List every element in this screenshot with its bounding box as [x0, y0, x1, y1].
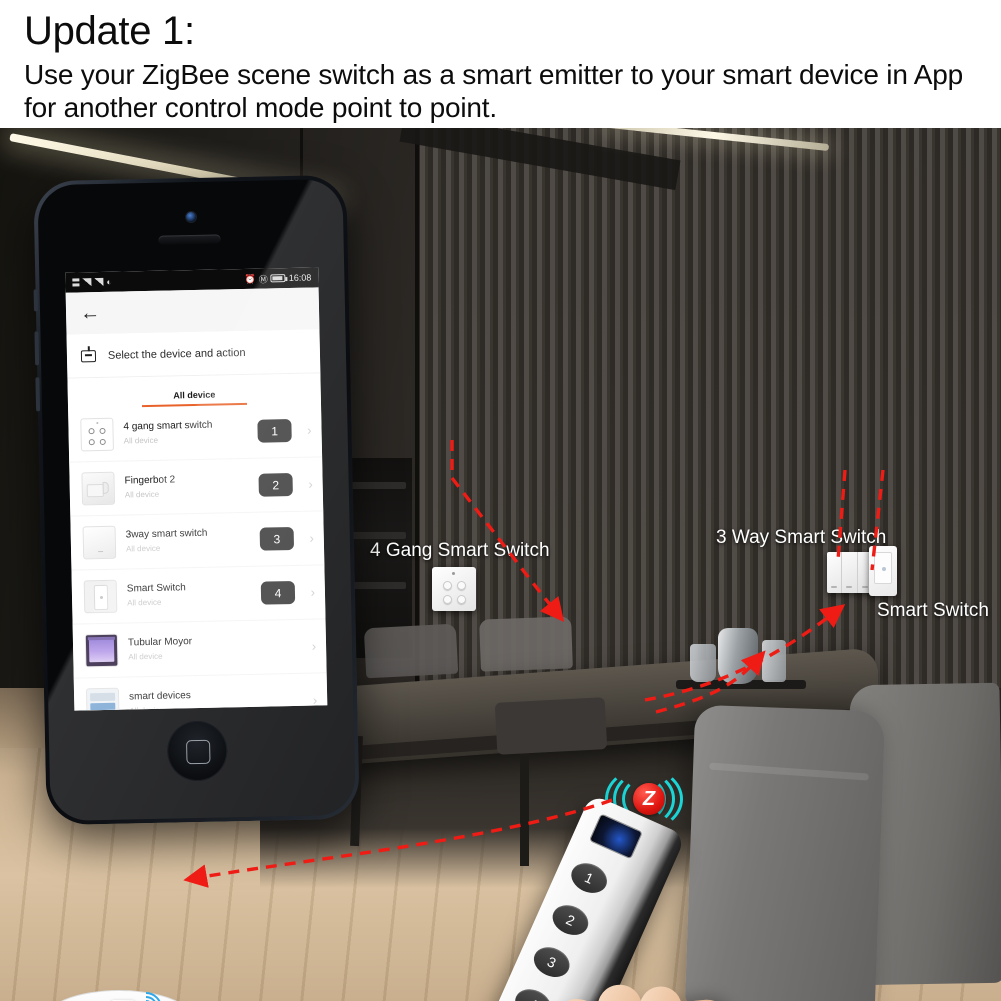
label-three-way-smart-switch: 3 Way Smart Switch: [716, 527, 887, 548]
label-four-gang-smart-switch: 4 Gang Smart Switch: [370, 540, 550, 561]
background-chair: [479, 616, 573, 672]
chevron-right-icon[interactable]: ›: [307, 693, 318, 708]
curtain-motor-thumb: [84, 633, 119, 668]
device-name: Fingerbot 2: [124, 474, 176, 487]
chevron-right-icon[interactable]: ›: [304, 531, 314, 546]
list-item[interactable]: Smart Switch All device 4 ›: [71, 565, 326, 625]
header-description: Use your ZigBee scene switch as a smart …: [24, 59, 963, 123]
battery-icon: [270, 274, 286, 283]
page-title: Update 1:: [24, 9, 195, 53]
device-badge: 2: [258, 472, 293, 497]
smart-switch-device: [869, 546, 897, 596]
three-way-smart-switch-device: [827, 552, 872, 593]
three-way-switch-thumb: [82, 525, 117, 560]
device-subtitle: All device: [124, 489, 160, 500]
sim-icon: [72, 278, 80, 287]
device-subtitle: All device: [128, 651, 163, 662]
table-leg: [520, 746, 529, 866]
device-list: 4 gang smart switch All device 1 › Finge…: [68, 403, 328, 711]
device-name: 4 gang smart switch: [123, 419, 213, 433]
breaker-thumb: [85, 687, 120, 711]
chevron-right-icon[interactable]: ›: [306, 639, 317, 654]
four-gang-switch-thumb: [80, 417, 114, 452]
background-chair: [363, 623, 459, 679]
bluetooth-icon: Ⓜ: [258, 273, 268, 285]
device-subtitle: All device: [127, 597, 162, 608]
fingerbot-thumb: [81, 471, 116, 506]
list-item[interactable]: 4 gang smart switch All device 1 ›: [68, 403, 323, 463]
earpiece-speaker: [158, 234, 221, 245]
device-icon: [80, 349, 97, 362]
signal-icon: [82, 278, 92, 287]
glassware: [762, 640, 786, 682]
chevron-right-icon[interactable]: ›: [301, 423, 312, 438]
list-item[interactable]: smart devices All device ›: [73, 673, 328, 711]
device-name: smart devices: [128, 690, 191, 703]
back-arrow-icon[interactable]: ←: [80, 302, 100, 324]
section-title: Select the device and action: [107, 346, 246, 362]
label-smart-switch: Smart Switch: [877, 600, 989, 621]
volume-up-button[interactable]: [34, 331, 40, 366]
device-name: 3way smart switch: [125, 527, 208, 541]
list-item[interactable]: Fingerbot 2 All device 2 ›: [69, 457, 324, 517]
zigbee-logo: Z: [633, 783, 665, 815]
device-badge: 1: [257, 418, 292, 443]
carafe: [718, 628, 758, 684]
list-item[interactable]: Tubular Moyor All device ›: [72, 619, 327, 679]
alarm-icon: ⏰: [244, 273, 256, 284]
chevron-right-icon[interactable]: ›: [305, 585, 315, 600]
list-item[interactable]: 3way smart switch All device 3 ›: [70, 511, 325, 571]
status-bar-time: 16:08: [288, 272, 312, 284]
device-name: Tubular Moyor: [127, 636, 193, 649]
section-header: Select the device and action: [66, 329, 321, 379]
four-gang-smart-switch-device: [432, 567, 476, 611]
device-subtitle: All device: [123, 435, 159, 446]
signal-icon: [94, 277, 104, 287]
wifi-icon: ◐: [106, 276, 112, 287]
header-block: Update 1: Use your ZigBee scene switch a…: [0, 0, 1001, 128]
device-badge: 4: [260, 580, 296, 605]
foreground-chair: [684, 704, 886, 1001]
volume-down-button[interactable]: [35, 377, 41, 412]
chevron-right-icon[interactable]: ›: [303, 477, 313, 492]
smartphone-mockup: ◐ ⏰ Ⓜ 16:08 ← Select the device and acti…: [33, 174, 360, 826]
smart-switch-thumb: [83, 579, 118, 614]
smart-bluetooth-fingerbot-device: [34, 984, 204, 1001]
background-chair: [494, 697, 608, 755]
phone-screen: ◐ ⏰ Ⓜ 16:08 ← Select the device and acti…: [65, 267, 328, 711]
glassware: [690, 644, 716, 682]
device-name: Smart Switch: [126, 582, 186, 595]
mute-switch[interactable]: [33, 289, 39, 312]
product-infographic: Update 1: Use your ZigBee scene switch a…: [0, 0, 1001, 1001]
tab-all-device[interactable]: All device: [141, 388, 248, 408]
device-subtitle: All device: [125, 543, 161, 554]
device-badge: 3: [259, 526, 295, 551]
app-bar: ←: [65, 287, 320, 335]
